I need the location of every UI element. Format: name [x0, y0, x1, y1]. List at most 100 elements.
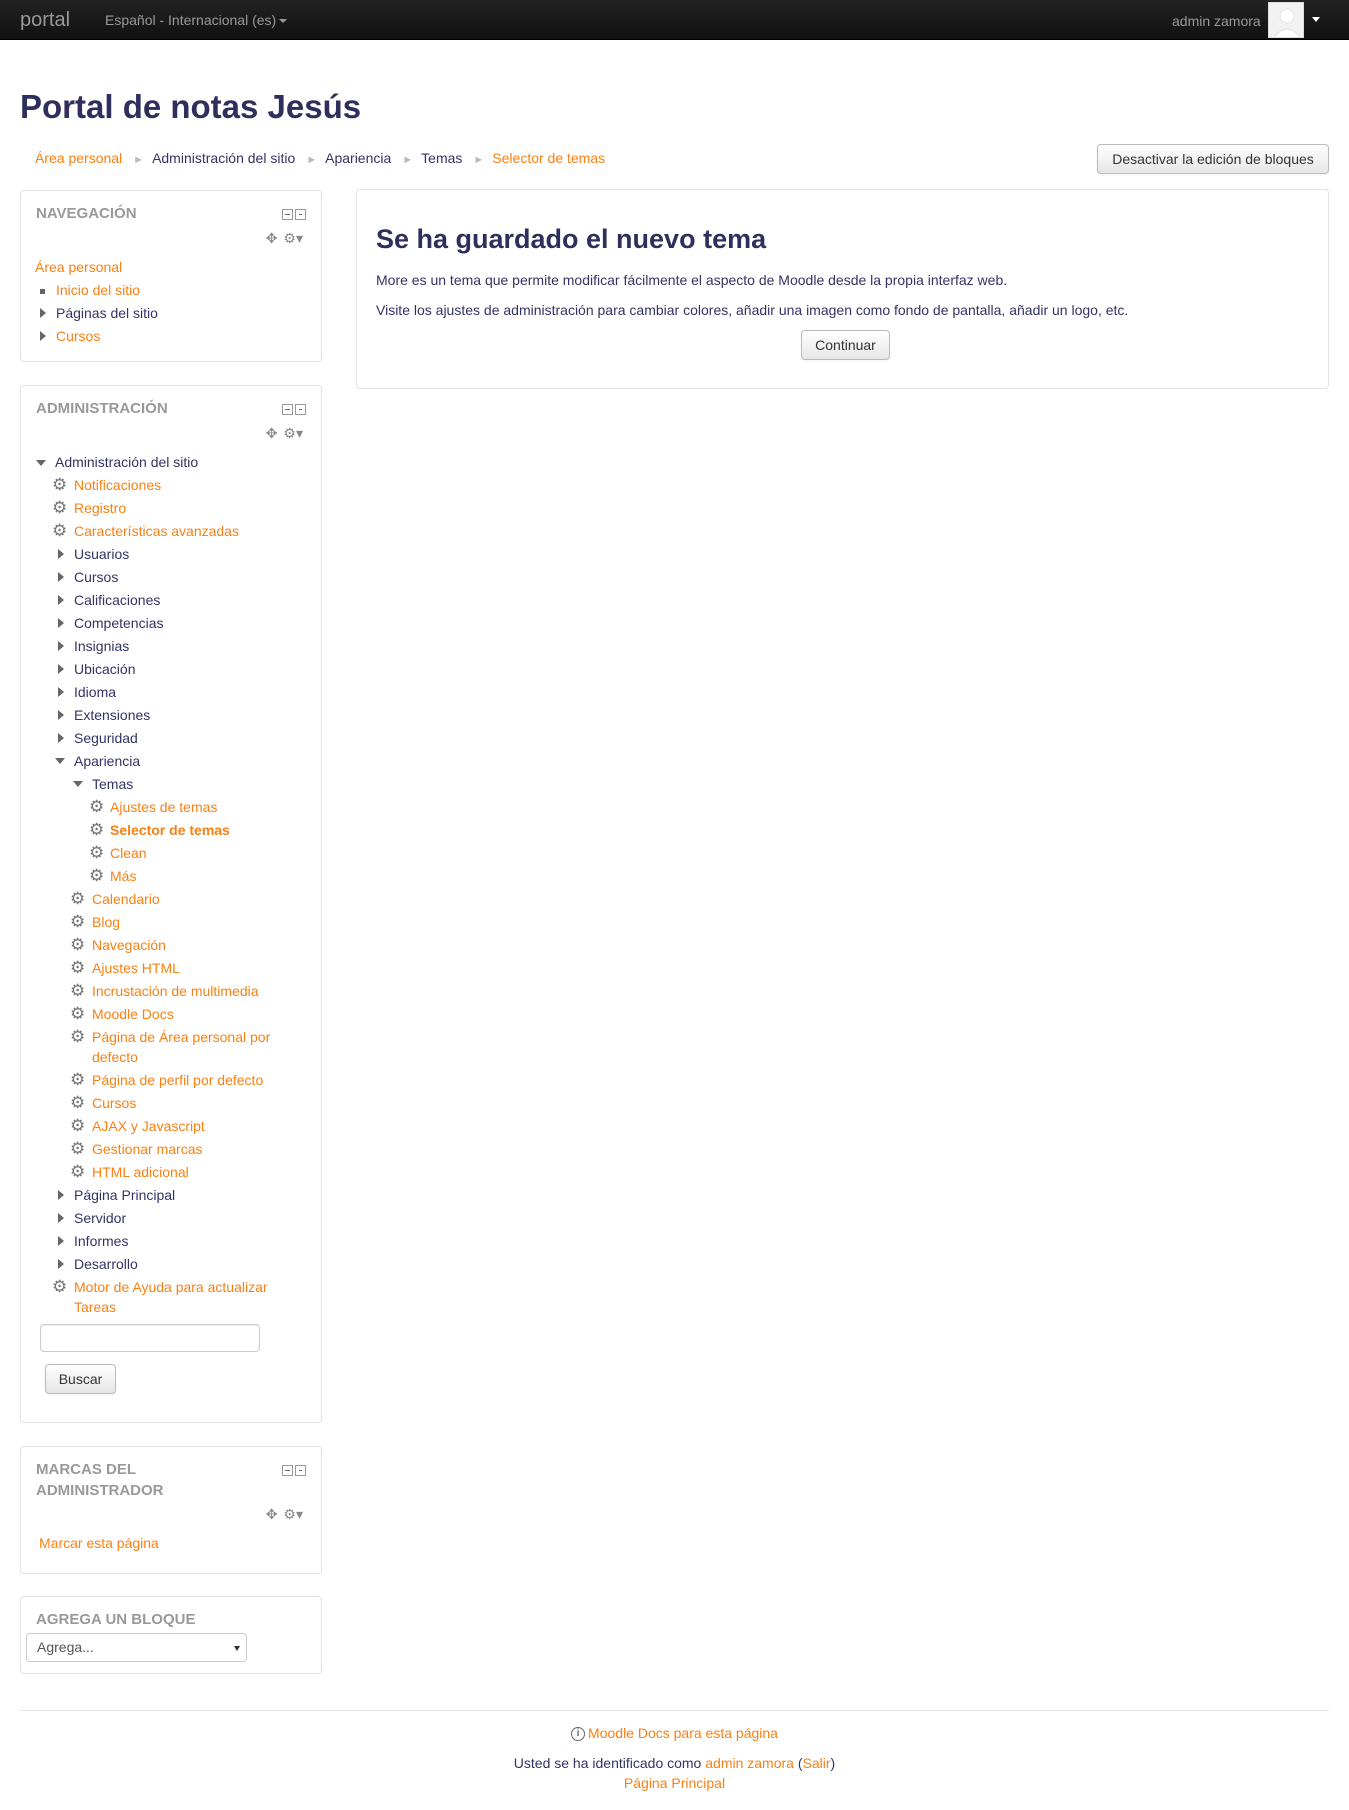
- footer-user-link[interactable]: admin zamora: [705, 1755, 794, 1771]
- footer-login-info: Usted se ha identificado como admin zamo…: [0, 1755, 1349, 1771]
- admin-item[interactable]: Ajustes de temas: [110, 797, 217, 817]
- user-menu-name[interactable]: admin zamora: [1172, 13, 1261, 29]
- nav-item-paginas[interactable]: Páginas del sitio: [56, 303, 158, 323]
- admin-item[interactable]: Página Principal: [74, 1185, 175, 1205]
- admin-item[interactable]: Moodle Docs: [92, 1004, 174, 1024]
- admin-item[interactable]: Ajustes HTML: [92, 958, 180, 978]
- moodle-docs-link[interactable]: Moodle Docs para esta página: [588, 1725, 778, 1741]
- footer-divider: [20, 1710, 1329, 1711]
- collapse-tree-icon[interactable]: [55, 758, 65, 764]
- move-icon[interactable]: ✥: [266, 1506, 278, 1522]
- breadcrumb-temas[interactable]: Temas: [421, 150, 462, 166]
- expand-icon[interactable]: [58, 1236, 64, 1246]
- expand-icon[interactable]: [58, 595, 64, 605]
- footer-home-link[interactable]: Página Principal: [0, 1775, 1349, 1791]
- admin-item[interactable]: Motor de Ayuda para actualizar: [74, 1277, 268, 1297]
- expand-icon[interactable]: [40, 308, 46, 318]
- block-title-line: MARCAS DEL: [36, 1461, 136, 1478]
- breadcrumb-admin[interactable]: Administración del sitio: [152, 150, 295, 166]
- admin-item[interactable]: Blog: [92, 912, 120, 932]
- search-button[interactable]: Buscar: [45, 1364, 116, 1394]
- admin-root[interactable]: Administración del sitio: [55, 452, 198, 472]
- expand-icon[interactable]: [58, 687, 64, 697]
- dock-icon[interactable]: [295, 1465, 306, 1476]
- admin-item[interactable]: Más: [110, 866, 136, 886]
- expand-icon[interactable]: [58, 710, 64, 720]
- language-menu[interactable]: Español - Internacional (es): [105, 12, 288, 28]
- admin-item[interactable]: HTML adicional: [92, 1162, 189, 1182]
- admin-item[interactable]: Usuarios: [74, 544, 129, 564]
- admin-item-continued[interactable]: Tareas: [74, 1297, 116, 1317]
- admin-item-continued[interactable]: defecto: [92, 1047, 138, 1067]
- gear-icon[interactable]: ⚙▾: [283, 1506, 303, 1522]
- admin-item[interactable]: Gestionar marcas: [92, 1139, 202, 1159]
- breadcrumb-apariencia[interactable]: Apariencia: [325, 150, 391, 166]
- expand-icon[interactable]: [58, 618, 64, 628]
- admin-item[interactable]: Clean: [110, 843, 147, 863]
- admin-item[interactable]: Navegación: [92, 935, 166, 955]
- admin-item[interactable]: Extensiones: [74, 705, 150, 725]
- collapse-icon[interactable]: [282, 209, 293, 220]
- gear-icon: ⚙: [89, 843, 105, 862]
- expand-icon[interactable]: [58, 572, 64, 582]
- admin-item-temas[interactable]: Temas: [92, 774, 133, 794]
- expand-icon[interactable]: [58, 641, 64, 651]
- nav-item-cursos[interactable]: Cursos: [56, 326, 100, 346]
- admin-item[interactable]: Cursos: [74, 567, 118, 587]
- nav-item-area-personal[interactable]: Área personal: [35, 257, 122, 277]
- expand-icon[interactable]: [58, 733, 64, 743]
- admin-item[interactable]: Servidor: [74, 1208, 126, 1228]
- bookmark-page-link[interactable]: Marcar esta página: [39, 1533, 159, 1553]
- expand-icon[interactable]: [58, 1213, 64, 1223]
- admin-item-selector-active[interactable]: Selector de temas: [110, 820, 230, 840]
- avatar[interactable]: [1268, 2, 1304, 38]
- admin-item[interactable]: Página de Área personal por: [92, 1027, 270, 1047]
- gear-icon: ⚙: [70, 958, 86, 977]
- admin-item[interactable]: Página de perfil por defecto: [92, 1070, 263, 1090]
- collapse-icon[interactable]: [282, 1465, 293, 1476]
- admin-item[interactable]: Competencias: [74, 613, 164, 633]
- gear-icon: ⚙: [70, 889, 86, 908]
- admin-item[interactable]: Características avanzadas: [74, 521, 239, 541]
- collapse-tree-icon[interactable]: [36, 460, 46, 466]
- admin-item[interactable]: Cursos: [92, 1093, 136, 1113]
- admin-item[interactable]: Insignias: [74, 636, 129, 656]
- dock-icon[interactable]: [295, 404, 306, 415]
- gear-icon[interactable]: ⚙▾: [283, 230, 303, 246]
- logout-link[interactable]: Salir: [803, 1755, 831, 1771]
- gear-icon[interactable]: ⚙▾: [283, 425, 303, 441]
- admin-item[interactable]: Notificaciones: [74, 475, 161, 495]
- admin-search-input[interactable]: [40, 1324, 260, 1352]
- add-block-block: AGREGA UN BLOQUE Agrega...: [20, 1596, 322, 1674]
- move-icon[interactable]: ✥: [266, 230, 278, 246]
- expand-icon[interactable]: [58, 1190, 64, 1200]
- dock-icon[interactable]: [295, 209, 306, 220]
- admin-item[interactable]: Desarrollo: [74, 1254, 138, 1274]
- admin-item[interactable]: Informes: [74, 1231, 128, 1251]
- expand-icon[interactable]: [58, 549, 64, 559]
- admin-item[interactable]: AJAX y Javascript: [92, 1116, 205, 1136]
- admin-item[interactable]: Calendario: [92, 889, 160, 909]
- expand-icon[interactable]: [58, 664, 64, 674]
- admin-item[interactable]: Ubicación: [74, 659, 135, 679]
- user-menu-chevron-icon[interactable]: [1312, 17, 1320, 22]
- admin-item[interactable]: Registro: [74, 498, 126, 518]
- admin-item[interactable]: Calificaciones: [74, 590, 160, 610]
- toggle-editing-button[interactable]: Desactivar la edición de bloques: [1097, 144, 1329, 174]
- collapse-tree-icon[interactable]: [73, 781, 83, 787]
- admin-item[interactable]: Seguridad: [74, 728, 138, 748]
- continue-button[interactable]: Continuar: [801, 330, 890, 360]
- expand-icon[interactable]: [40, 331, 46, 341]
- expand-icon[interactable]: [58, 1259, 64, 1269]
- admin-item-apariencia[interactable]: Apariencia: [74, 751, 140, 771]
- collapse-icon[interactable]: [282, 404, 293, 415]
- add-block-select[interactable]: Agrega...: [26, 1633, 247, 1662]
- breadcrumb-area-personal[interactable]: Área personal: [35, 150, 122, 166]
- admin-item[interactable]: Idioma: [74, 682, 116, 702]
- admin-item[interactable]: Incrustación de multimedia: [92, 981, 259, 1001]
- breadcrumb-selector-temas[interactable]: Selector de temas: [492, 150, 605, 166]
- move-icon[interactable]: ✥: [266, 425, 278, 441]
- breadcrumb-separator-icon: ►: [133, 154, 145, 166]
- brand-link[interactable]: portal: [20, 9, 70, 32]
- nav-item-inicio[interactable]: Inicio del sitio: [56, 280, 140, 300]
